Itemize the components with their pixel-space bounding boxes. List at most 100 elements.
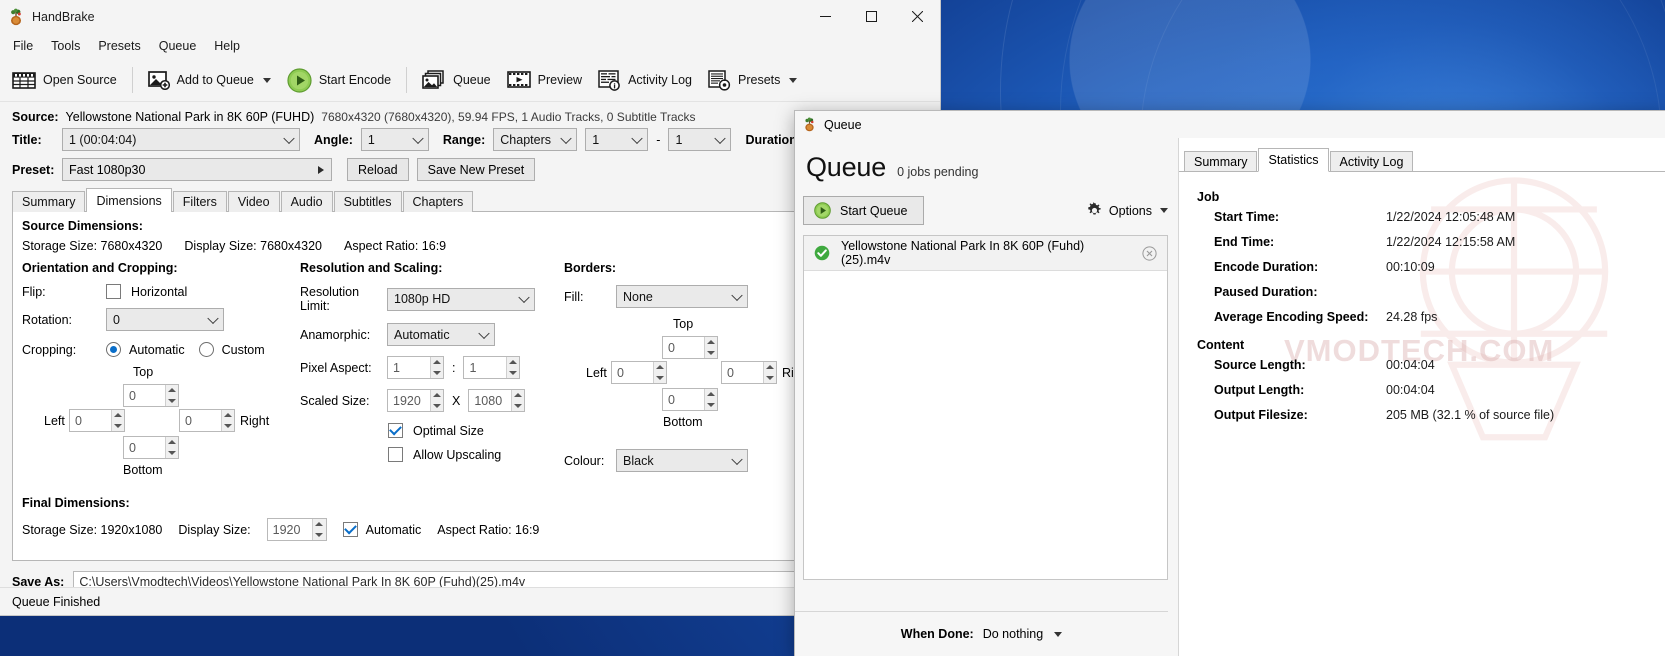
rotation-select[interactable]: 0 bbox=[106, 308, 224, 331]
remove-circle-icon[interactable] bbox=[1142, 245, 1157, 261]
flip-horizontal-checkbox[interactable] bbox=[106, 284, 121, 299]
when-done-value[interactable]: Do nothing bbox=[983, 627, 1043, 641]
pixel-aspect-x-down[interactable] bbox=[431, 368, 443, 379]
tab-subtitles[interactable]: Subtitles bbox=[333, 191, 402, 212]
tab-video[interactable]: Video bbox=[227, 191, 280, 212]
crop-bottom-input[interactable] bbox=[124, 437, 166, 458]
crop-right-spinner[interactable] bbox=[179, 409, 235, 432]
crop-top-up[interactable] bbox=[166, 385, 178, 396]
crop-right-up[interactable] bbox=[222, 410, 234, 421]
border-right-up[interactable] bbox=[764, 362, 776, 373]
presets-button[interactable]: Presets bbox=[700, 62, 805, 98]
border-left-up[interactable] bbox=[654, 362, 666, 373]
chevron-down-icon[interactable] bbox=[262, 77, 271, 83]
allow-upscaling-checkbox[interactable] bbox=[388, 447, 403, 462]
tab-dimensions[interactable]: Dimensions bbox=[86, 188, 172, 212]
fill-select[interactable]: None bbox=[616, 285, 748, 308]
preset-select[interactable]: Fast 1080p30 bbox=[62, 158, 332, 181]
border-right-spinner[interactable] bbox=[721, 361, 777, 384]
crop-automatic-radio[interactable] bbox=[106, 342, 121, 357]
border-top-down[interactable] bbox=[705, 348, 717, 359]
final-display-down[interactable] bbox=[313, 530, 325, 541]
tab-filters[interactable]: Filters bbox=[172, 191, 227, 212]
final-display-size-spinner[interactable] bbox=[266, 518, 327, 541]
scaled-width-input[interactable] bbox=[388, 390, 430, 411]
preview-button[interactable]: Preview bbox=[499, 62, 590, 98]
border-bottom-input[interactable] bbox=[663, 389, 705, 410]
crop-custom-radio[interactable] bbox=[198, 342, 214, 357]
border-left-input[interactable] bbox=[612, 362, 654, 383]
pixel-aspect-x-spinner[interactable] bbox=[387, 356, 444, 379]
border-right-input[interactable] bbox=[722, 362, 764, 383]
border-top-spinner[interactable] bbox=[662, 336, 718, 359]
pixel-aspect-y-spinner[interactable] bbox=[463, 356, 521, 379]
reload-button[interactable]: Reload bbox=[347, 158, 409, 181]
border-bottom-spinner[interactable] bbox=[662, 388, 718, 411]
crop-top-spinner[interactable] bbox=[123, 384, 179, 407]
save-new-preset-button[interactable]: Save New Preset bbox=[416, 158, 536, 181]
crop-left-up[interactable] bbox=[112, 410, 124, 421]
pixel-aspect-y-up[interactable] bbox=[507, 357, 519, 368]
scaled-height-down[interactable] bbox=[512, 401, 524, 412]
scaled-width-up[interactable] bbox=[431, 390, 443, 401]
crop-bottom-spinner[interactable] bbox=[123, 436, 179, 459]
maximize-button[interactable] bbox=[848, 0, 894, 33]
border-top-up[interactable] bbox=[705, 337, 717, 348]
pixel-aspect-x-input[interactable] bbox=[388, 357, 430, 378]
queue-job-list[interactable]: Yellowstone National Park In 8K 60P (Fuh… bbox=[803, 235, 1168, 580]
angle-select[interactable]: 1 bbox=[360, 128, 429, 151]
range-end-select[interactable]: 1 bbox=[668, 128, 732, 151]
border-bottom-down[interactable] bbox=[705, 400, 717, 411]
final-display-size-input[interactable] bbox=[267, 519, 313, 540]
queue-job-row[interactable]: Yellowstone National Park In 8K 60P (Fuh… bbox=[804, 236, 1167, 271]
crop-right-down[interactable] bbox=[222, 421, 234, 432]
menu-item-tools[interactable]: Tools bbox=[42, 35, 89, 57]
tab-chapters[interactable]: Chapters bbox=[402, 191, 474, 212]
range-start-select[interactable]: 1 bbox=[585, 128, 649, 151]
tab-audio[interactable]: Audio bbox=[280, 191, 333, 212]
crop-bottom-up[interactable] bbox=[166, 437, 178, 448]
crop-left-down[interactable] bbox=[112, 421, 124, 432]
scaled-height-up[interactable] bbox=[512, 390, 524, 401]
crop-left-input[interactable] bbox=[70, 410, 112, 431]
activity-log-button[interactable]: Activity Log bbox=[590, 62, 700, 98]
menu-item-help[interactable]: Help bbox=[205, 35, 249, 57]
chevron-down-icon[interactable] bbox=[789, 77, 798, 83]
pixel-aspect-y-input[interactable] bbox=[464, 357, 507, 378]
queue-options-button[interactable]: Options bbox=[1086, 202, 1168, 219]
scaled-width-spinner[interactable] bbox=[387, 389, 444, 412]
minimize-button[interactable] bbox=[802, 0, 848, 33]
border-left-spinner[interactable] bbox=[611, 361, 667, 384]
optimal-size-checkbox[interactable] bbox=[388, 423, 403, 438]
menu-item-presets[interactable]: Presets bbox=[89, 35, 149, 57]
border-right-down[interactable] bbox=[764, 373, 776, 384]
title-select[interactable]: 1 (00:04:04) bbox=[62, 128, 300, 151]
crop-top-input[interactable] bbox=[124, 385, 166, 406]
open-source-button[interactable]: Open Source bbox=[4, 62, 125, 98]
start-encode-button[interactable]: Start Encode bbox=[279, 62, 399, 98]
crop-top-down[interactable] bbox=[166, 396, 178, 407]
menu-item-file[interactable]: File bbox=[4, 35, 42, 57]
crop-bottom-down[interactable] bbox=[166, 448, 178, 459]
final-automatic-checkbox[interactable] bbox=[342, 522, 358, 537]
scaled-height-spinner[interactable] bbox=[468, 389, 526, 412]
border-top-input[interactable] bbox=[663, 337, 705, 358]
add-to-queue-button[interactable]: Add to Queue bbox=[140, 62, 279, 98]
colour-select[interactable]: Black bbox=[616, 449, 748, 472]
pixel-aspect-x-up[interactable] bbox=[431, 357, 443, 368]
crop-left-spinner[interactable] bbox=[69, 409, 125, 432]
anamorphic-select[interactable]: Automatic bbox=[387, 323, 495, 346]
scaled-width-down[interactable] bbox=[431, 401, 443, 412]
chevron-down-icon[interactable] bbox=[1054, 631, 1063, 637]
queue-tab-summary[interactable]: Summary bbox=[1184, 151, 1258, 172]
border-bottom-up[interactable] bbox=[705, 389, 717, 400]
queue-tab-activity-log[interactable]: Activity Log bbox=[1329, 151, 1414, 172]
pixel-aspect-y-down[interactable] bbox=[507, 368, 519, 379]
scaled-height-input[interactable] bbox=[469, 390, 512, 411]
resolution-limit-select[interactable]: 1080p HD bbox=[387, 287, 535, 311]
queue-tab-statistics[interactable]: Statistics bbox=[1258, 148, 1329, 172]
tab-summary[interactable]: Summary bbox=[12, 191, 86, 212]
border-left-down[interactable] bbox=[654, 373, 666, 384]
range-type-select[interactable]: Chapters bbox=[493, 128, 578, 151]
menu-item-queue[interactable]: Queue bbox=[150, 35, 206, 57]
